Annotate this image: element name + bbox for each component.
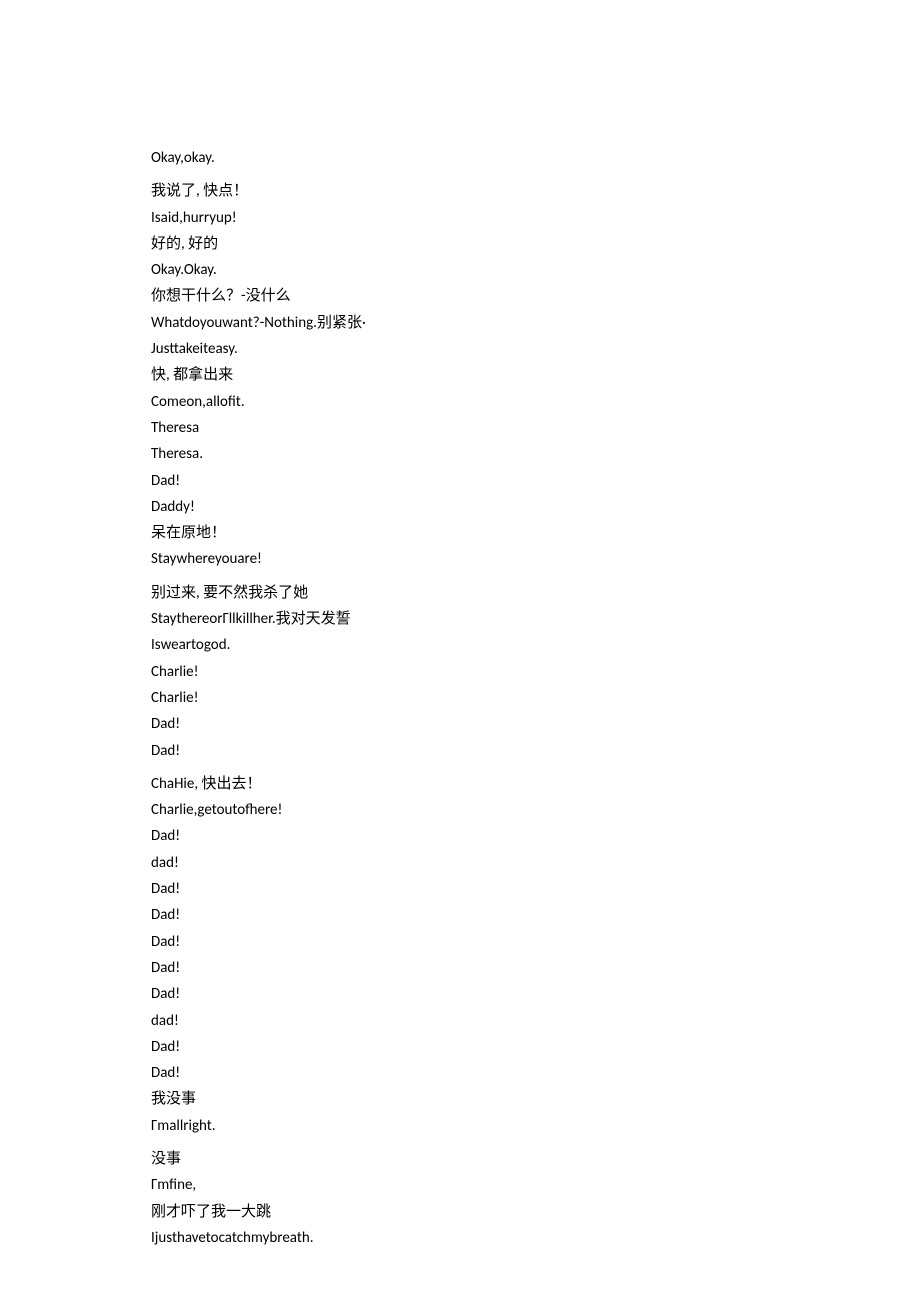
text-line: Dad! xyxy=(151,711,920,737)
text-line: 我没事 xyxy=(151,1086,920,1112)
text-line: 别过来, 要不然我杀了她 xyxy=(151,580,920,606)
text-line: Theresa. xyxy=(151,441,920,467)
text-line: Dad! xyxy=(151,876,920,902)
text-line: Okay.Okay. xyxy=(151,257,920,283)
text-line: 呆在原地！ xyxy=(151,520,920,546)
text-line: Justtakeiteasy. xyxy=(151,336,920,362)
text-line: 快, 都拿出来 xyxy=(151,362,920,388)
text-line: Γmallright. xyxy=(151,1113,920,1139)
text-line: 我说了, 快点！ xyxy=(151,178,920,204)
paragraph-gap xyxy=(151,573,920,580)
text-line: Dad! xyxy=(151,468,920,494)
text-line: Dad! xyxy=(151,929,920,955)
text-line: 你想干什么？-没什么 xyxy=(151,283,920,309)
text-line: Isweartogod. xyxy=(151,632,920,658)
text-line: StaythereorΓllkillher.我对天发誓 xyxy=(151,606,920,632)
text-line: Okay,okay. xyxy=(151,145,920,171)
text-line: ChaHie, 快出去！ xyxy=(151,771,920,797)
text-line: Staywhereyouare! xyxy=(151,546,920,572)
text-line: Dad! xyxy=(151,823,920,849)
text-line: Dad! xyxy=(151,738,920,764)
text-line: Dad! xyxy=(151,1060,920,1086)
text-line: Dad! xyxy=(151,955,920,981)
text-line: dad! xyxy=(151,850,920,876)
paragraph-gap xyxy=(151,1139,920,1146)
document-page: Okay,okay. 我说了, 快点！Isaid,hurryup!好的, 好的Ok… xyxy=(0,0,920,1251)
text-line: 没事 xyxy=(151,1146,920,1172)
text-line: 好的, 好的 xyxy=(151,231,920,257)
text-line: Theresa xyxy=(151,415,920,441)
text-line: Daddy! xyxy=(151,494,920,520)
text-line: Isaid,hurryup! xyxy=(151,205,920,231)
text-line: Charlie,getoutofhere! xyxy=(151,797,920,823)
text-line: 刚才吓了我一大跳 xyxy=(151,1199,920,1225)
text-line: Ijusthavetocatchmybreath. xyxy=(151,1225,920,1251)
text-line: Dad! xyxy=(151,1034,920,1060)
text-line: Γmfine, xyxy=(151,1172,920,1198)
text-line: Whatdoyouwant?-Nothing.别紧张· xyxy=(151,310,920,336)
text-line: dad! xyxy=(151,1008,920,1034)
text-line: Dad! xyxy=(151,981,920,1007)
text-line: Charlie! xyxy=(151,659,920,685)
text-line: Comeon,allofit. xyxy=(151,389,920,415)
text-line: Charlie! xyxy=(151,685,920,711)
text-line: Dad! xyxy=(151,902,920,928)
paragraph-gap xyxy=(151,764,920,771)
paragraph-gap xyxy=(151,171,920,178)
